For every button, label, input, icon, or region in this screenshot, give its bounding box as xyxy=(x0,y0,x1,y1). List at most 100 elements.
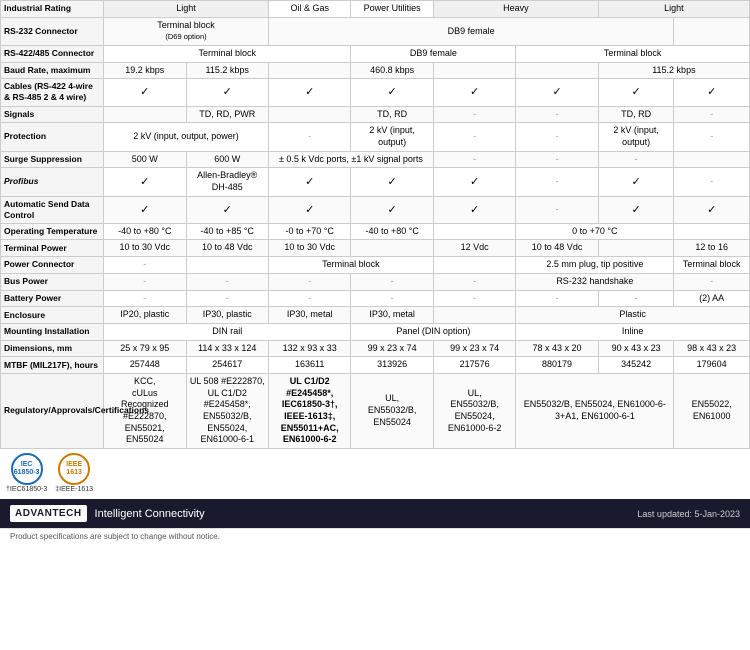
disclaimer-text: Product specifications are subject to ch… xyxy=(10,532,220,541)
cell: ✓ xyxy=(351,196,433,223)
cell: TD, RD xyxy=(598,106,674,123)
cell: - xyxy=(268,273,350,290)
cell: Terminal block xyxy=(674,257,750,274)
table-row: MTBF (MIL217F), hours 257448 254617 1636… xyxy=(1,357,750,374)
cell: 132 x 93 x 33 xyxy=(268,340,350,357)
cell xyxy=(433,223,515,240)
row-label-optemp: Operating Temperature xyxy=(1,223,104,240)
cell: ✓ xyxy=(674,196,750,223)
cell xyxy=(104,106,186,123)
cell: 2 kV (input, output) xyxy=(598,123,674,151)
cell: ✓ xyxy=(268,196,350,223)
table-row: Automatic Send Data Control ✓ ✓ ✓ ✓ ✓ - … xyxy=(1,196,750,223)
cell: - xyxy=(104,290,186,307)
cell: DIN rail xyxy=(104,323,351,340)
spec-table: Industrial Rating Light Oil & Gas Power … xyxy=(0,0,750,449)
cell xyxy=(351,240,433,257)
cell: UL 508 #E222870,UL C1/D2 #E245458*,EN550… xyxy=(186,373,268,448)
advantech-logo: ADVANTECH xyxy=(10,505,87,522)
cell: Inline xyxy=(516,323,750,340)
cell: - xyxy=(351,273,433,290)
cell: - xyxy=(433,151,515,168)
cell: ✓ xyxy=(351,168,433,196)
cell: EN55022,EN61000 xyxy=(674,373,750,448)
row-label-protection: Protection xyxy=(1,123,104,151)
table-row: Protection 2 kV (input, output, power) -… xyxy=(1,123,750,151)
cell: IP30, plastic xyxy=(186,307,268,324)
cell: DB9 female xyxy=(268,17,673,45)
cell xyxy=(268,62,350,79)
table-row: Regulatory/Approvals/Certifications KCC,… xyxy=(1,373,750,448)
cell: -0 to +70 °C xyxy=(268,223,350,240)
table-row: Industrial Rating Light Oil & Gas Power … xyxy=(1,1,750,18)
cell: 163611 xyxy=(268,357,350,374)
row-label-battpower: Battery Power xyxy=(1,290,104,307)
cell: - xyxy=(674,106,750,123)
cell: 345242 xyxy=(598,357,674,374)
row-label-industrial-rating: Industrial Rating xyxy=(1,1,104,18)
table-row: Cables (RS-422 4-wire & RS-485 2 & 4 wir… xyxy=(1,79,750,106)
cell: 600 W xyxy=(186,151,268,168)
badge-ieee1613: IEEE1613 ‡IEEE-1613 xyxy=(55,453,93,493)
cell: ✓ xyxy=(433,196,515,223)
cell: Light xyxy=(104,1,269,18)
table-row: Bus Power - - - - - RS-232 handshake - xyxy=(1,273,750,290)
cell: 12 to 16 xyxy=(674,240,750,257)
cell: 0 to +70 °C xyxy=(516,223,674,240)
cell: - xyxy=(598,290,674,307)
cell: 880179 xyxy=(516,357,598,374)
cell: RS-232 handshake xyxy=(516,273,674,290)
cell: -40 to +80 °C xyxy=(351,223,433,240)
cell: TD, RD xyxy=(351,106,433,123)
cell: 10 to 30 Vdc xyxy=(104,240,186,257)
cell: Panel (DIN option) xyxy=(351,323,516,340)
table-row: Dimensions, mm 25 x 79 x 95 114 x 33 x 1… xyxy=(1,340,750,357)
cell xyxy=(268,106,350,123)
cell: - xyxy=(516,168,598,196)
cell: 10 to 48 Vdc xyxy=(516,240,598,257)
cell: ✓ xyxy=(433,168,515,196)
cell: ± 0.5 k Vdc ports, ±1 kV signal ports xyxy=(268,151,433,168)
cell: Terminal block xyxy=(104,46,351,63)
footer-brand: ADVANTECH Intelligent Connectivity xyxy=(10,505,205,522)
cell: - xyxy=(268,290,350,307)
cell: ✓ xyxy=(351,79,433,106)
row-label-mtbf: MTBF (MIL217F), hours xyxy=(1,357,104,374)
page-wrapper: Industrial Rating Light Oil & Gas Power … xyxy=(0,0,750,544)
row-label-regulatory: Regulatory/Approvals/Certifications xyxy=(1,373,104,448)
badge-circle-ieee: IEEE1613 xyxy=(58,453,90,485)
cell: - xyxy=(433,106,515,123)
row-label-cables: Cables (RS-422 4-wire & RS-485 2 & 4 wir… xyxy=(1,79,104,106)
cell: -40 to +80 °C xyxy=(104,223,186,240)
cell: 10 to 30 Vdc xyxy=(268,240,350,257)
cell: 179604 xyxy=(674,357,750,374)
cell: - xyxy=(516,151,598,168)
cell: 98 x 43 x 23 xyxy=(674,340,750,357)
cell: ✓ xyxy=(104,196,186,223)
row-label-surge: Surge Suppression xyxy=(1,151,104,168)
table-row: Operating Temperature -40 to +80 °C -40 … xyxy=(1,223,750,240)
cell: ✓ xyxy=(516,79,598,106)
footer-date: Last updated: 5-Jan-2023 xyxy=(637,509,740,519)
cell: 115.2 kbps xyxy=(186,62,268,79)
cell: 2.5 mm plug, tip positive xyxy=(516,257,674,274)
cell: 25 x 79 x 95 xyxy=(104,340,186,357)
badges-area: IEC61850-3 †IEC61850-3 IEEE1613 ‡IEEE-16… xyxy=(0,449,750,497)
cell: ✓ xyxy=(186,79,268,106)
cell: Terminal block xyxy=(268,257,433,274)
cell: Allen-Bradley® DH-485 xyxy=(186,168,268,196)
cell: (2) AA xyxy=(674,290,750,307)
badge-circle-iec: IEC61850-3 xyxy=(11,453,43,485)
cell: Plastic xyxy=(516,307,750,324)
cell xyxy=(674,17,750,45)
cell: ✓ xyxy=(598,79,674,106)
cell: Light xyxy=(598,1,749,18)
row-label-buspower: Bus Power xyxy=(1,273,104,290)
cell: ✓ xyxy=(186,196,268,223)
table-row: Baud Rate, maximum 19.2 kbps 115.2 kbps … xyxy=(1,62,750,79)
table-row: Surge Suppression 500 W 600 W ± 0.5 k Vd… xyxy=(1,151,750,168)
cell: UL,EN55032/B,EN55024,EN61000-6-2 xyxy=(433,373,515,448)
cell: ✓ xyxy=(674,79,750,106)
cell xyxy=(598,240,674,257)
footer: ADVANTECH Intelligent Connectivity Last … xyxy=(0,499,750,528)
